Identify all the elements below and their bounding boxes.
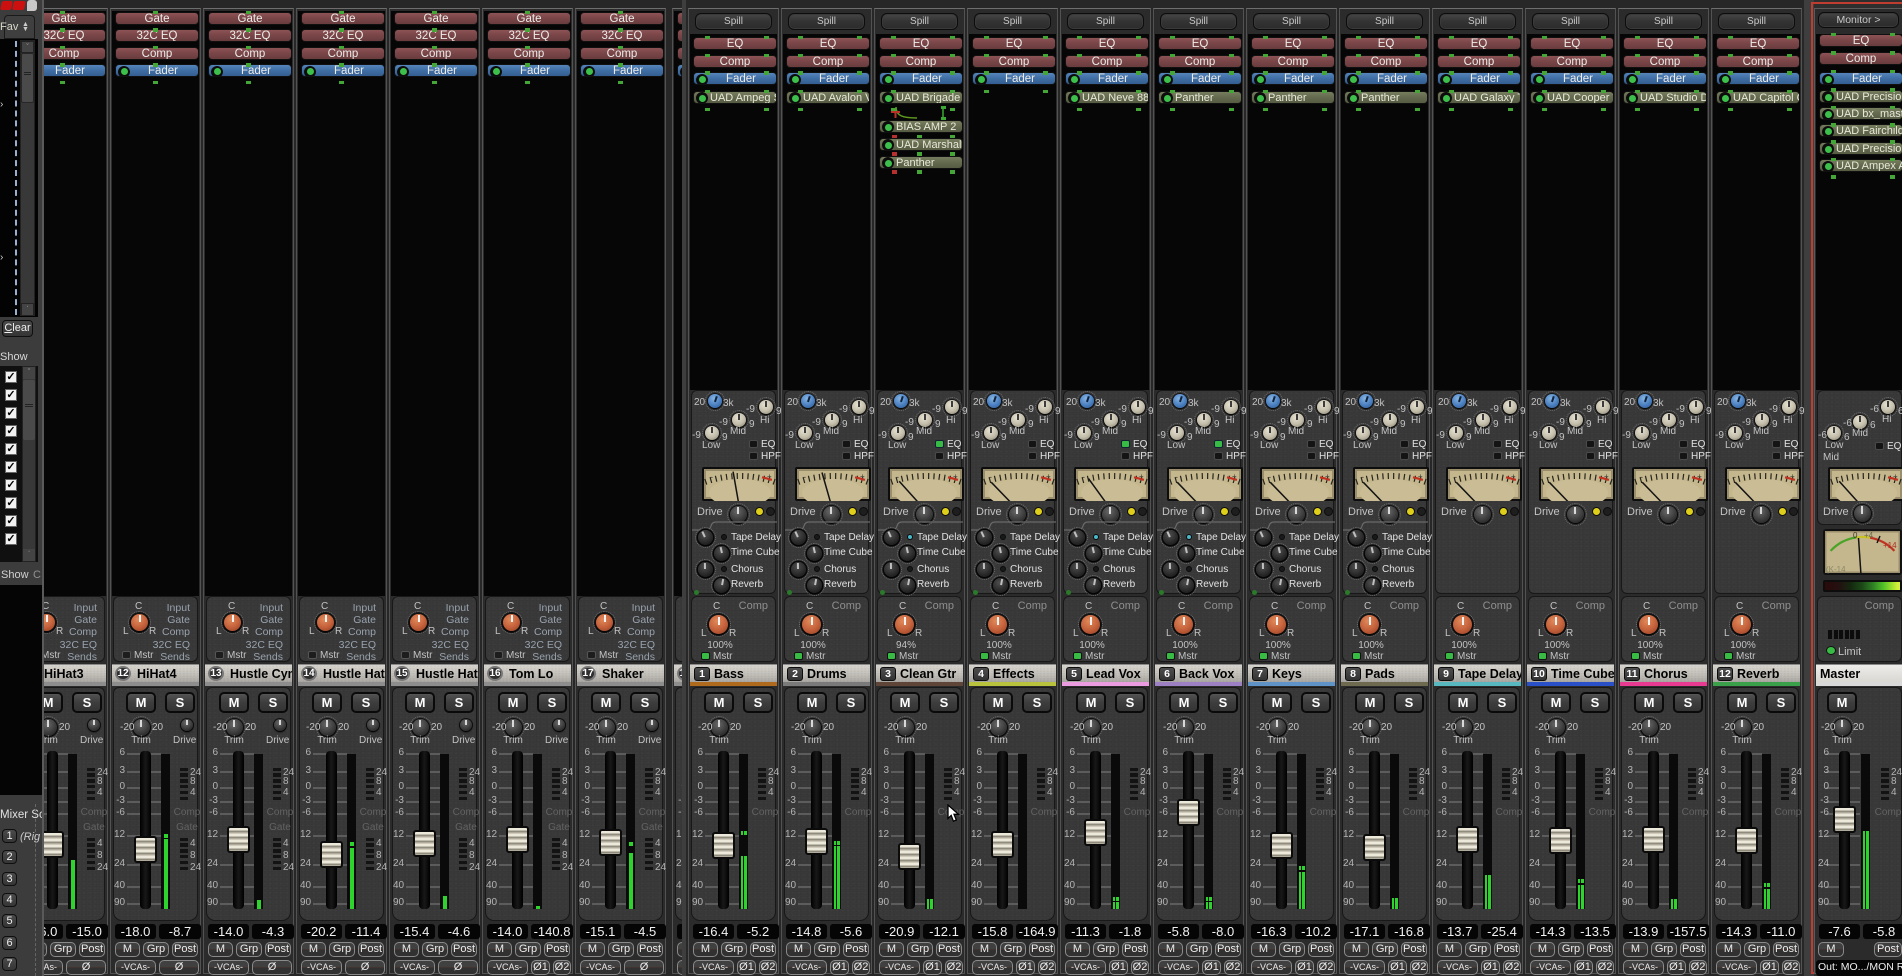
svg-text:-: -: [1082, 472, 1085, 482]
svg-text:+: +: [1511, 472, 1516, 481]
svg-text:+: +: [1046, 472, 1051, 481]
svg-text:+14: +14: [1883, 541, 1897, 550]
svg-text:-: -: [989, 472, 992, 482]
svg-text:-: -: [1733, 472, 1736, 482]
svg-text:-: -: [1547, 472, 1550, 482]
svg-text:-: -: [1836, 472, 1839, 482]
svg-text:+: +: [1604, 472, 1609, 481]
svg-text:+: +: [1893, 472, 1898, 481]
svg-text:-: -: [1640, 472, 1643, 482]
svg-text:-: -: [1175, 472, 1178, 482]
svg-text:-: -: [710, 472, 713, 482]
svg-text:+: +: [860, 472, 865, 481]
svg-text:(K-14: (K-14: [1826, 565, 1846, 574]
svg-text:-: -: [1361, 472, 1364, 482]
svg-text:-: -: [1268, 472, 1271, 482]
svg-text:+: +: [1790, 472, 1795, 481]
svg-text:+: +: [767, 472, 772, 481]
svg-text:+: +: [953, 472, 958, 481]
svg-text:+4: +4: [1864, 531, 1874, 540]
svg-text:-: -: [803, 472, 806, 482]
svg-text:-: -: [896, 472, 899, 482]
svg-text:0: 0: [1853, 531, 1858, 540]
svg-text:+: +: [1139, 472, 1144, 481]
svg-text:+: +: [1697, 472, 1702, 481]
svg-text:-: -: [1454, 472, 1457, 482]
svg-text:+: +: [1325, 472, 1330, 481]
svg-text:+: +: [1232, 472, 1237, 481]
svg-text:+: +: [1418, 472, 1423, 481]
